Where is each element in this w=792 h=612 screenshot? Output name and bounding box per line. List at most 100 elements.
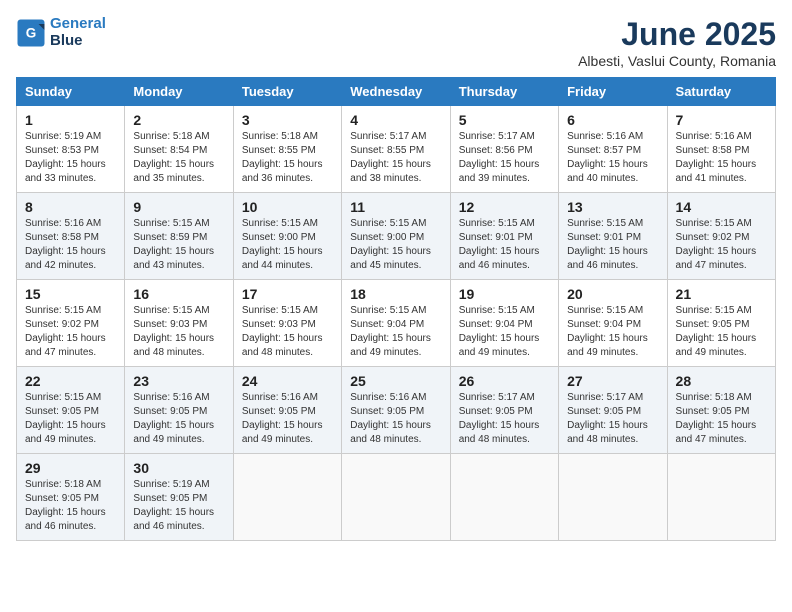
- cell-sunrise: Sunrise: 5:15 AM: [133, 218, 209, 229]
- cell-sunset: Sunset: 8:58 PM: [25, 232, 99, 243]
- cell-sunset: Sunset: 9:03 PM: [133, 319, 207, 330]
- calendar-cell: 24 Sunrise: 5:16 AM Sunset: 9:05 PM Dayl…: [233, 367, 341, 454]
- cell-sunset: Sunset: 9:05 PM: [25, 493, 99, 504]
- cell-sunset: Sunset: 9:04 PM: [459, 319, 533, 330]
- calendar-cell: 2 Sunrise: 5:18 AM Sunset: 8:54 PM Dayli…: [125, 106, 233, 193]
- cell-sunrise: Sunrise: 5:16 AM: [242, 392, 318, 403]
- cell-daylight: Daylight: 15 hours and 48 minutes.: [133, 333, 214, 358]
- day-number: 2: [133, 112, 224, 128]
- calendar-cell: 10 Sunrise: 5:15 AM Sunset: 9:00 PM Dayl…: [233, 193, 341, 280]
- logo-general: General: [50, 15, 106, 32]
- cell-sunset: Sunset: 9:04 PM: [350, 319, 424, 330]
- calendar-cell: 27 Sunrise: 5:17 AM Sunset: 9:05 PM Dayl…: [559, 367, 667, 454]
- calendar-cell: 3 Sunrise: 5:18 AM Sunset: 8:55 PM Dayli…: [233, 106, 341, 193]
- calendar-cell: 5 Sunrise: 5:17 AM Sunset: 8:56 PM Dayli…: [450, 106, 558, 193]
- day-number: 14: [676, 199, 767, 215]
- day-number: 30: [133, 460, 224, 476]
- calendar-cell: [667, 454, 775, 541]
- weekday-header-row: Sunday Monday Tuesday Wednesday Thursday…: [17, 78, 776, 106]
- cell-sunrise: Sunrise: 5:18 AM: [242, 131, 318, 142]
- cell-daylight: Daylight: 15 hours and 48 minutes.: [567, 420, 648, 445]
- calendar-cell: 25 Sunrise: 5:16 AM Sunset: 9:05 PM Dayl…: [342, 367, 450, 454]
- day-number: 10: [242, 199, 333, 215]
- cell-sunrise: Sunrise: 5:15 AM: [25, 392, 101, 403]
- cell-sunset: Sunset: 8:53 PM: [25, 145, 99, 156]
- calendar-cell: 19 Sunrise: 5:15 AM Sunset: 9:04 PM Dayl…: [450, 280, 558, 367]
- calendar-cell: 7 Sunrise: 5:16 AM Sunset: 8:58 PM Dayli…: [667, 106, 775, 193]
- calendar-cell: [450, 454, 558, 541]
- cell-daylight: Daylight: 15 hours and 36 minutes.: [242, 159, 323, 184]
- cell-sunrise: Sunrise: 5:17 AM: [567, 392, 643, 403]
- cell-daylight: Daylight: 15 hours and 48 minutes.: [459, 420, 540, 445]
- calendar-cell: [559, 454, 667, 541]
- header: G General Blue June 2025 Albesti, Vaslui…: [16, 16, 776, 69]
- calendar-cell: 29 Sunrise: 5:18 AM Sunset: 9:05 PM Dayl…: [17, 454, 125, 541]
- calendar-cell: 16 Sunrise: 5:15 AM Sunset: 9:03 PM Dayl…: [125, 280, 233, 367]
- day-number: 15: [25, 286, 116, 302]
- day-number: 11: [350, 199, 441, 215]
- cell-sunset: Sunset: 9:05 PM: [242, 406, 316, 417]
- cell-sunrise: Sunrise: 5:17 AM: [350, 131, 426, 142]
- cell-daylight: Daylight: 15 hours and 46 minutes.: [133, 507, 214, 532]
- cell-daylight: Daylight: 15 hours and 41 minutes.: [676, 159, 757, 184]
- cell-sunrise: Sunrise: 5:19 AM: [133, 479, 209, 490]
- day-number: 25: [350, 373, 441, 389]
- cell-daylight: Daylight: 15 hours and 42 minutes.: [25, 246, 106, 271]
- cell-sunrise: Sunrise: 5:17 AM: [459, 392, 535, 403]
- calendar-table: Sunday Monday Tuesday Wednesday Thursday…: [16, 77, 776, 541]
- logo-icon: G: [16, 18, 46, 48]
- day-number: 5: [459, 112, 550, 128]
- day-number: 12: [459, 199, 550, 215]
- cell-sunset: Sunset: 8:55 PM: [242, 145, 316, 156]
- cell-daylight: Daylight: 15 hours and 44 minutes.: [242, 246, 323, 271]
- cell-sunset: Sunset: 9:05 PM: [676, 319, 750, 330]
- day-number: 29: [25, 460, 116, 476]
- cell-sunset: Sunset: 8:59 PM: [133, 232, 207, 243]
- cell-daylight: Daylight: 15 hours and 49 minutes.: [567, 333, 648, 358]
- header-sunday: Sunday: [17, 78, 125, 106]
- cell-sunrise: Sunrise: 5:15 AM: [350, 305, 426, 316]
- day-number: 17: [242, 286, 333, 302]
- location-subtitle: Albesti, Vaslui County, Romania: [578, 53, 776, 69]
- calendar-cell: [342, 454, 450, 541]
- header-wednesday: Wednesday: [342, 78, 450, 106]
- cell-daylight: Daylight: 15 hours and 47 minutes.: [676, 420, 757, 445]
- cell-daylight: Daylight: 15 hours and 48 minutes.: [350, 420, 431, 445]
- day-number: 3: [242, 112, 333, 128]
- cell-sunrise: Sunrise: 5:15 AM: [567, 305, 643, 316]
- cell-sunrise: Sunrise: 5:18 AM: [133, 131, 209, 142]
- cell-sunset: Sunset: 9:05 PM: [676, 406, 750, 417]
- cell-sunrise: Sunrise: 5:15 AM: [676, 305, 752, 316]
- cell-daylight: Daylight: 15 hours and 49 minutes.: [25, 420, 106, 445]
- calendar-cell: 8 Sunrise: 5:16 AM Sunset: 8:58 PM Dayli…: [17, 193, 125, 280]
- day-number: 22: [25, 373, 116, 389]
- cell-daylight: Daylight: 15 hours and 46 minutes.: [459, 246, 540, 271]
- calendar-cell: 30 Sunrise: 5:19 AM Sunset: 9:05 PM Dayl…: [125, 454, 233, 541]
- cell-daylight: Daylight: 15 hours and 47 minutes.: [676, 246, 757, 271]
- cell-sunrise: Sunrise: 5:16 AM: [567, 131, 643, 142]
- day-number: 7: [676, 112, 767, 128]
- cell-sunset: Sunset: 9:05 PM: [459, 406, 533, 417]
- cell-sunset: Sunset: 9:05 PM: [567, 406, 641, 417]
- day-number: 26: [459, 373, 550, 389]
- cell-sunset: Sunset: 9:04 PM: [567, 319, 641, 330]
- cell-sunrise: Sunrise: 5:16 AM: [25, 218, 101, 229]
- calendar-cell: 17 Sunrise: 5:15 AM Sunset: 9:03 PM Dayl…: [233, 280, 341, 367]
- cell-sunrise: Sunrise: 5:15 AM: [459, 218, 535, 229]
- day-number: 9: [133, 199, 224, 215]
- cell-sunrise: Sunrise: 5:16 AM: [133, 392, 209, 403]
- cell-daylight: Daylight: 15 hours and 33 minutes.: [25, 159, 106, 184]
- cell-sunset: Sunset: 9:02 PM: [25, 319, 99, 330]
- calendar-cell: 23 Sunrise: 5:16 AM Sunset: 9:05 PM Dayl…: [125, 367, 233, 454]
- cell-sunrise: Sunrise: 5:15 AM: [567, 218, 643, 229]
- cell-sunrise: Sunrise: 5:15 AM: [459, 305, 535, 316]
- cell-sunset: Sunset: 8:57 PM: [567, 145, 641, 156]
- cell-daylight: Daylight: 15 hours and 35 minutes.: [133, 159, 214, 184]
- cell-sunset: Sunset: 9:05 PM: [133, 406, 207, 417]
- calendar-cell: 26 Sunrise: 5:17 AM Sunset: 9:05 PM Dayl…: [450, 367, 558, 454]
- calendar-cell: 14 Sunrise: 5:15 AM Sunset: 9:02 PM Dayl…: [667, 193, 775, 280]
- cell-sunset: Sunset: 9:05 PM: [133, 493, 207, 504]
- cell-daylight: Daylight: 15 hours and 49 minutes.: [242, 420, 323, 445]
- cell-daylight: Daylight: 15 hours and 46 minutes.: [567, 246, 648, 271]
- cell-sunrise: Sunrise: 5:19 AM: [25, 131, 101, 142]
